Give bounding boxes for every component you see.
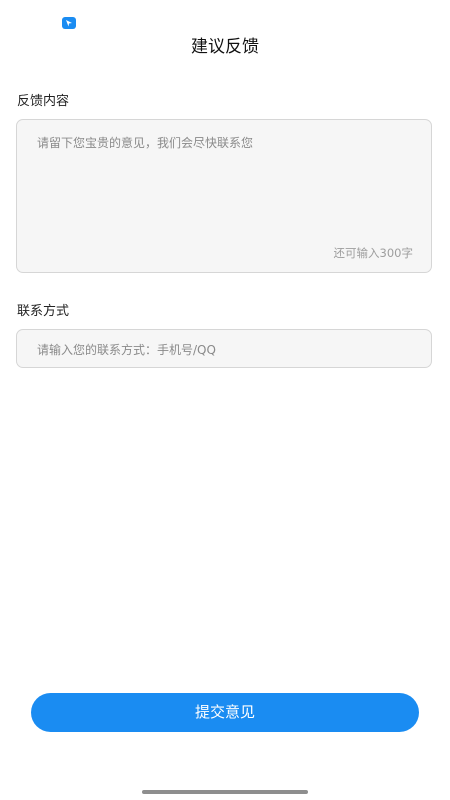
contact-input[interactable]: 请输入您的联系方式：手机号/QQ bbox=[16, 329, 432, 368]
contact-method-label: 联系方式 bbox=[17, 304, 70, 319]
contact-placeholder: 请输入您的联系方式：手机号/QQ bbox=[37, 343, 216, 357]
app-logo-icon bbox=[62, 17, 76, 29]
feedback-content-label: 反馈内容 bbox=[17, 94, 70, 109]
page-title: 建议反馈 bbox=[191, 37, 259, 57]
feedback-textarea[interactable]: 请留下您宝贵的意见，我们会尽快联系您 还可输入300字 bbox=[16, 119, 432, 273]
home-indicator[interactable] bbox=[142, 790, 308, 794]
character-counter: 还可输入300字 bbox=[333, 246, 413, 260]
feedback-placeholder: 请留下您宝贵的意见，我们会尽快联系您 bbox=[37, 136, 254, 150]
submit-button[interactable]: 提交意见 bbox=[31, 693, 419, 732]
